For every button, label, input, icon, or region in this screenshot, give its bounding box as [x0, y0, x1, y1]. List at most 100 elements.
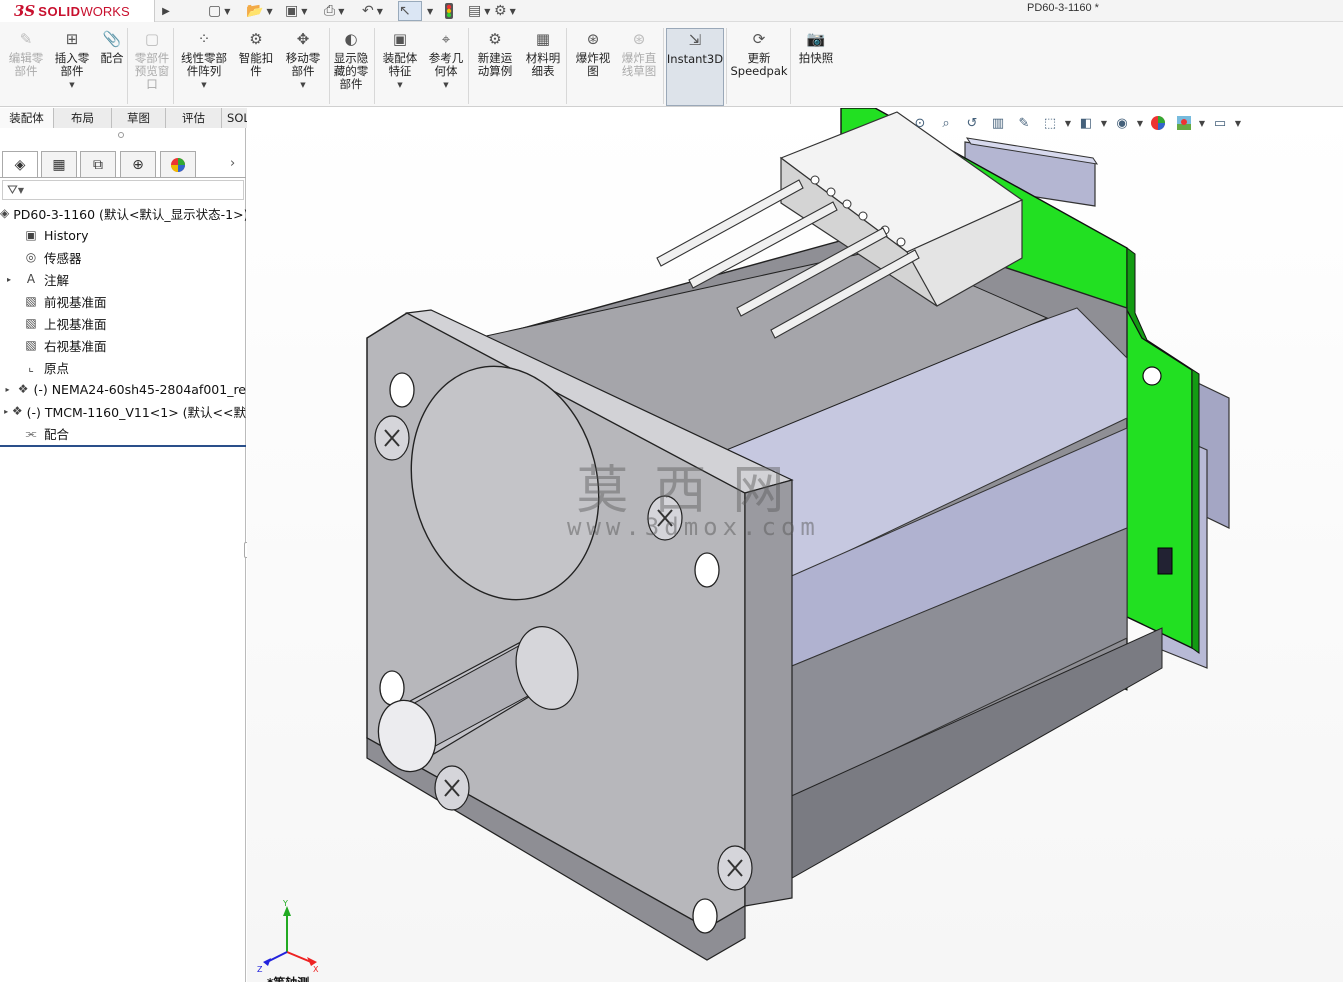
solidworks-logo[interactable]: 3S SOLID WORKS: [0, 0, 155, 22]
mounting-screw[interactable]: [717, 845, 753, 891]
take-snapshot-icon: 📷: [806, 29, 826, 48]
show-hidden-button[interactable]: ◐ 显示隐 藏的零 部件: [330, 28, 372, 106]
insert-components-button[interactable]: ⊞ 插入零 部件 ▼: [50, 28, 94, 106]
assembly-features-button[interactable]: ▣ 装配体 特征 ▼: [378, 28, 422, 106]
show-hidden-icon: ◐: [344, 29, 358, 48]
filter-icon: ⛛: [7, 182, 18, 198]
update-speedpak-label: Speedpak: [730, 64, 788, 78]
mate-label: 配合: [100, 51, 124, 65]
configuration-manager-tab-icon[interactable]: ⧉: [80, 151, 116, 177]
move-component-button[interactable]: ✥ 移动零 部件 ▼: [280, 28, 326, 106]
previous-view-icon[interactable]: ↺: [959, 113, 985, 133]
open-folder-icon[interactable]: 📂 ▼: [246, 1, 276, 21]
menu-expand-icon[interactable]: ▶: [160, 3, 172, 19]
view-settings-icon[interactable]: ▭: [1207, 113, 1233, 133]
rollback-bar[interactable]: [0, 445, 246, 447]
command-tab-1[interactable]: 布局: [54, 108, 112, 128]
new-motion-study-button[interactable]: ⚙ 新建运 动算例: [472, 28, 518, 106]
feature-manager-panel: ◈ ▦ ⧉ ⊕ › ⛛ ▼ ◈ PD60-3-1160 (默认<默认_显示状态-1…: [0, 128, 246, 982]
mounting-screw[interactable]: [647, 495, 683, 541]
tree-item[interactable]: ◎ 传感器: [0, 246, 246, 268]
tree-item[interactable]: ▸ A 注解: [0, 268, 246, 290]
command-tab-0[interactable]: 装配体: [0, 108, 54, 128]
component-preview-button[interactable]: ▢ 零部件 预览窗口: [130, 28, 174, 106]
save-icon[interactable]: ▣ ▼: [285, 1, 315, 21]
tree-item-label: 右视基准面: [44, 338, 107, 354]
reference-geometry-icon: ⌖: [441, 29, 451, 48]
chevron-down-icon[interactable]: ▼: [300, 79, 305, 92]
new-document-icon[interactable]: ▢ ▼: [208, 1, 238, 21]
mounting-screw[interactable]: [374, 415, 410, 461]
traffic-light-icon[interactable]: [444, 1, 460, 21]
tree-root[interactable]: ◈ PD60-3-1160 (默认<默认_显示状态-1>): [0, 202, 246, 224]
display-style-icon[interactable]: ◧: [1073, 113, 1099, 133]
logo-solid: SOLID: [38, 3, 81, 19]
linear-pattern-button[interactable]: ⁘ 线性零部 件阵列 ▼: [176, 28, 232, 106]
dynamic-annotation-icon[interactable]: ✎: [1011, 113, 1037, 133]
zoom-to-fit-icon[interactable]: ⊙: [907, 113, 933, 133]
chevron-down-icon[interactable]: ▼: [1135, 113, 1145, 133]
component-preview-label: 口: [146, 77, 158, 91]
tree-filter[interactable]: ⛛ ▼: [2, 180, 244, 200]
graphics-area[interactable]: ⊙ ⌕ ↺ ▥ ✎ ⬚ ▼ ◧ ▼ ◉ ▼ ▼ ▭ ▼ 莫西网 www.3dmo…: [247, 108, 1343, 982]
chevron-down-icon[interactable]: ▼: [397, 79, 402, 92]
chevron-down-icon[interactable]: ▼: [69, 79, 74, 92]
chevron-down-icon[interactable]: ▼: [1233, 113, 1243, 133]
instant3d-button[interactable]: ⇲ Instant3D: [666, 28, 724, 106]
zoom-area-icon[interactable]: ⌕: [933, 113, 959, 133]
undo-icon[interactable]: ↶ ▼: [362, 1, 392, 21]
motor-model[interactable]: [247, 108, 1343, 982]
edit-component-button[interactable]: ✎ 编辑零 部件: [4, 28, 48, 106]
linear-pattern-label: 件阵列: [186, 64, 222, 78]
feature-manager-tab-icon[interactable]: ◈: [2, 151, 38, 177]
explode-line-sketch-button[interactable]: ⊛ 爆炸直 线草图: [616, 28, 662, 106]
tree-item[interactable]: ▧ 前视基准面: [0, 290, 246, 312]
property-manager-tab-icon[interactable]: ▦: [41, 151, 77, 177]
select-dropdown-icon[interactable]: ▼: [424, 1, 438, 21]
command-tab-3[interactable]: 评估: [166, 108, 222, 128]
triad-z-label: Z: [257, 965, 263, 974]
hide-show-items-icon[interactable]: ◉: [1109, 113, 1135, 133]
chevron-down-icon[interactable]: ▼: [1197, 113, 1207, 133]
chevron-right-icon[interactable]: ›: [230, 156, 235, 171]
tree-item[interactable]: ▸ ❖ (-) TMCM-1160_V11<1> (默认<<默: [0, 400, 246, 422]
select-arrow-icon[interactable]: ↖: [398, 1, 422, 21]
chevron-down-icon[interactable]: ▼: [201, 79, 206, 92]
smart-fasteners-button[interactable]: ⚙ 智能扣件: [234, 28, 278, 106]
edit-appearance-icon[interactable]: [1145, 113, 1171, 133]
mate-button[interactable]: 📎 配合: [94, 28, 130, 106]
reference-geometry-button[interactable]: ⌖ 参考几 何体 ▼: [424, 28, 468, 106]
expand-arrow-icon[interactable]: ▸: [4, 385, 11, 394]
assembly-icon: ◈: [0, 206, 10, 220]
print-icon[interactable]: ⎙ ▼: [324, 1, 354, 21]
tree-item[interactable]: ▧ 上视基准面: [0, 312, 246, 334]
mounting-screw[interactable]: [434, 765, 470, 811]
chevron-down-icon[interactable]: ▼: [1063, 113, 1073, 133]
dimxpert-manager-tab-icon[interactable]: ⊕: [120, 151, 156, 177]
expand-arrow-icon[interactable]: ▸: [4, 275, 14, 284]
tree-item[interactable]: ▣ History: [0, 224, 246, 246]
tree-item[interactable]: ⌞ 原点: [0, 356, 246, 378]
expand-arrow-icon[interactable]: ▸: [4, 407, 8, 416]
chevron-down-icon[interactable]: ▼: [1099, 113, 1109, 133]
explode-line-sketch-icon: ⊛: [632, 29, 646, 48]
insert-components-label: 部件: [60, 64, 84, 78]
display-manager-tab-icon[interactable]: [160, 151, 196, 177]
chevron-down-icon[interactable]: ▼: [443, 79, 448, 92]
view-orientation-icon[interactable]: ⬚: [1037, 113, 1063, 133]
tree-item[interactable]: ▸ ❖ (-) NEMA24-60sh45-2804af001_re: [0, 378, 246, 400]
gear-icon[interactable]: ⚙ ▼: [494, 1, 524, 21]
bill-of-materials-button[interactable]: ▦ 材料明 细表: [520, 28, 566, 106]
section-view-icon[interactable]: ▥: [985, 113, 1011, 133]
new-motion-study-icon: ⚙: [488, 29, 502, 48]
exploded-view-button[interactable]: ⊛ 爆炸视图: [570, 28, 616, 106]
apply-scene-icon[interactable]: [1171, 113, 1197, 133]
panel-collapse-handle[interactable]: [118, 132, 124, 138]
take-snapshot-button[interactable]: 📷 拍快照: [792, 28, 840, 106]
smart-fasteners-icon: ⚙: [249, 29, 263, 48]
tree-item[interactable]: ⫘ 配合: [0, 422, 246, 444]
ribbon-separator: [663, 28, 664, 104]
tree-item[interactable]: ▧ 右视基准面: [0, 334, 246, 356]
command-tab-2[interactable]: 草图: [112, 108, 166, 128]
update-speedpak-button[interactable]: ⟳ 更新 Speedpak: [728, 28, 790, 106]
